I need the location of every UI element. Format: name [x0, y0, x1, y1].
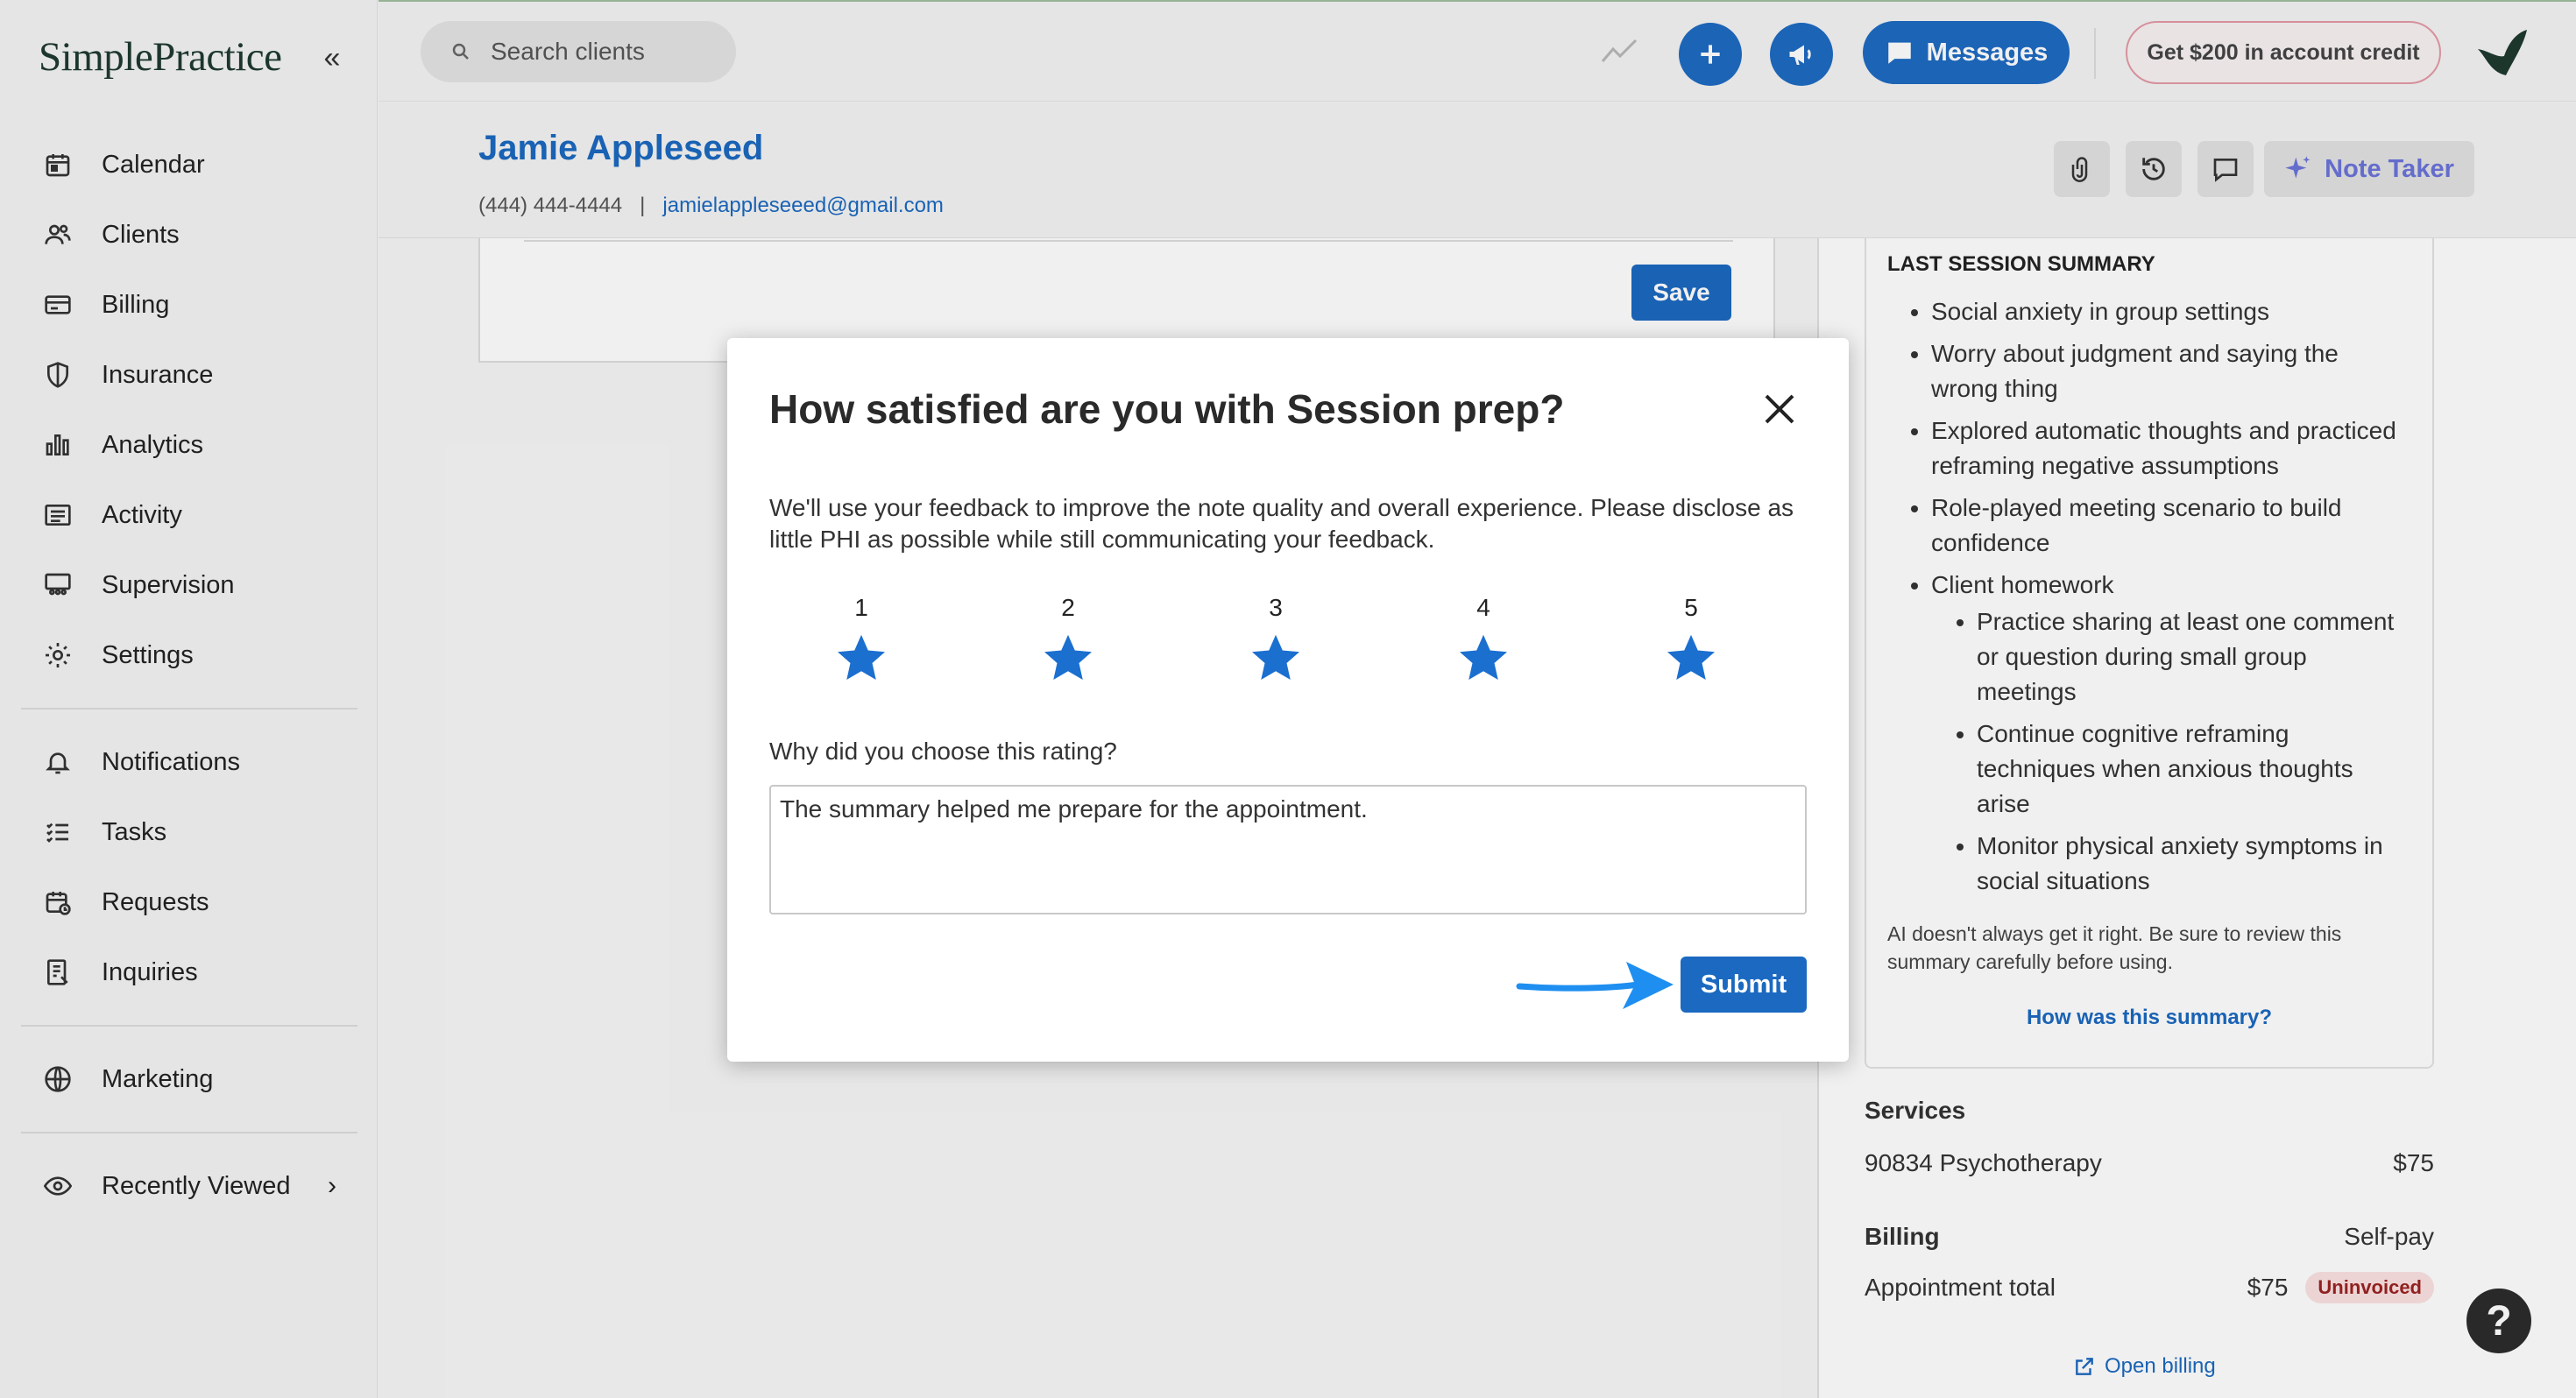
star-icon: [838, 634, 885, 680]
star-icon: [1252, 634, 1299, 680]
rating-reason-textarea[interactable]: The summary helped me prepare for the ap…: [769, 785, 1807, 914]
rating-reason-label: Why did you choose this rating?: [769, 738, 1117, 765]
rating-option-1[interactable]: 1: [822, 594, 901, 688]
rating-option-5[interactable]: 5: [1652, 594, 1730, 688]
rating-stars: 1 2 3 4 5: [769, 594, 1807, 690]
rating-number: 2: [1061, 594, 1075, 621]
rating-option-2[interactable]: 2: [1029, 594, 1108, 688]
rating-number: 4: [1476, 594, 1490, 621]
modal-description: We'll use your feedback to improve the n…: [769, 494, 1794, 553]
star-icon: [1044, 634, 1092, 680]
star-icon: [1460, 634, 1507, 680]
submit-button[interactable]: Submit: [1681, 957, 1807, 1013]
modal-title: How satisfied are you with Session prep?: [769, 386, 1565, 432]
arrow-pointer-icon: [1516, 962, 1674, 1009]
rating-option-3[interactable]: 3: [1236, 594, 1315, 688]
star-icon: [1667, 634, 1715, 680]
rating-number: 1: [854, 594, 868, 621]
satisfaction-modal: How satisfied are you with Session prep?…: [727, 338, 1849, 1062]
close-icon[interactable]: [1758, 387, 1801, 431]
rating-number: 3: [1269, 594, 1283, 621]
rating-number: 5: [1684, 594, 1698, 621]
rating-option-4[interactable]: 4: [1444, 594, 1523, 688]
